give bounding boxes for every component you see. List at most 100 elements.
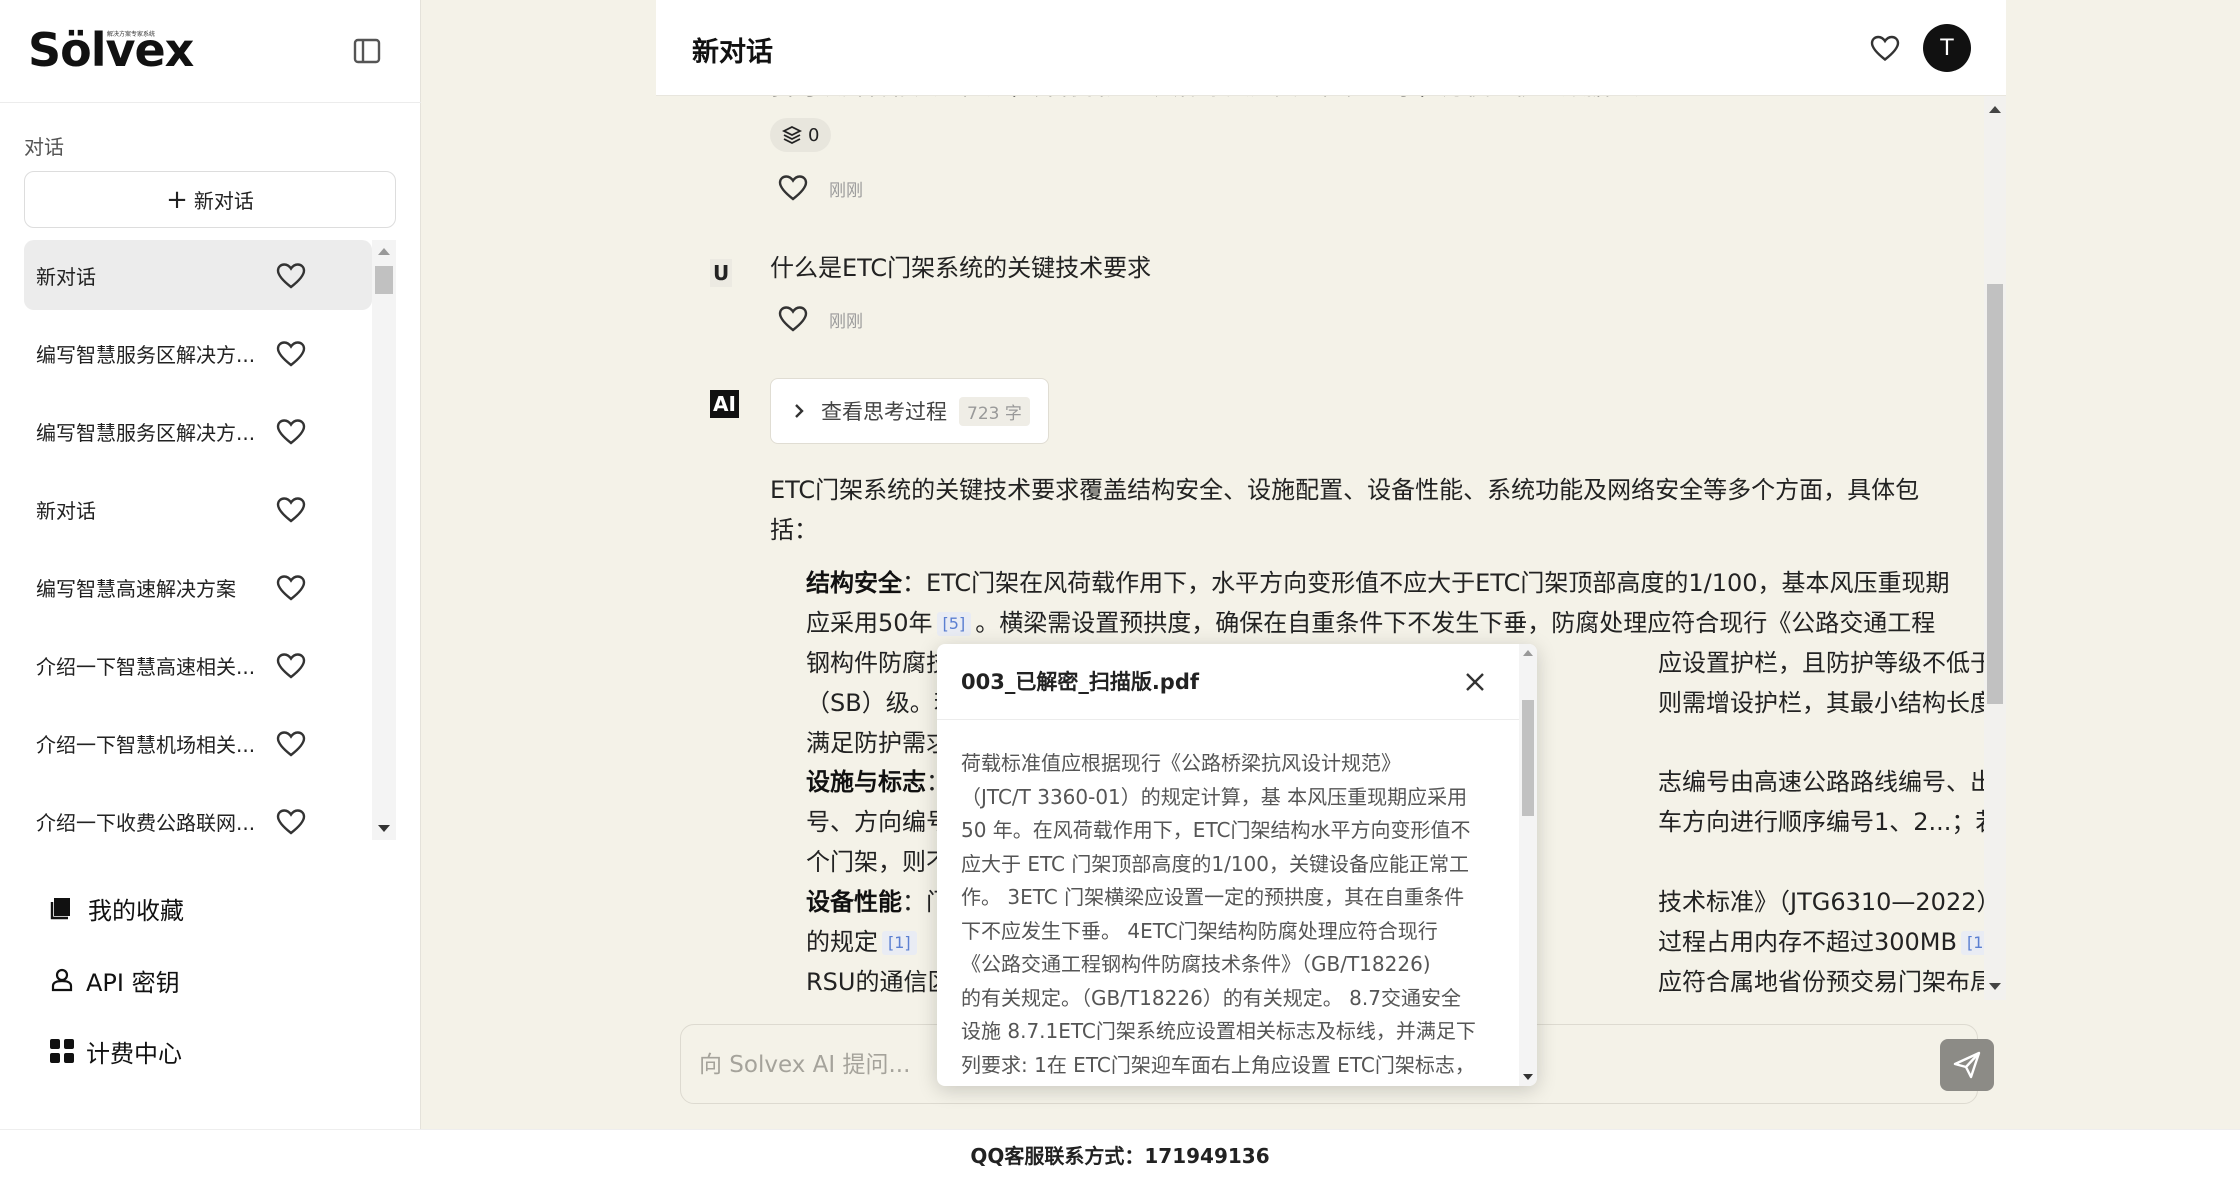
nav-favorites-label: 我的收藏 (88, 896, 184, 925)
favorite-heart-icon[interactable] (276, 496, 306, 523)
scroll-down-arrow-icon[interactable] (378, 825, 390, 832)
excerpt-line: （JTC/T 3360-01）的规定计算，基 本风压重现期应采用 (961, 784, 1468, 809)
favorite-heart-icon[interactable] (276, 340, 306, 367)
sidebar: Sölvex 解决方案专家系统 对话 + 新对话 新对话 编写智慧服务区解决方.… (0, 0, 421, 1129)
layers-icon (782, 125, 802, 145)
bullet-text: 。横梁需设置预拱度，确保在自重条件下不发生下垂，防腐处理应符合现行《公路交通工程 (975, 609, 1936, 637)
source-file-name: 003_已解密_扫描版.pdf (961, 670, 1200, 694)
source-excerpt: 荷载标准值应根据现行《公路桥梁抗风设计规范》 （JTC/T 3360-01）的规… (961, 747, 1511, 1082)
app-root: Sölvex 解决方案专家系统 对话 + 新对话 新对话 编写智慧服务区解决方.… (0, 0, 2240, 1179)
bullet-text: 的规定 (806, 928, 878, 956)
favorite-heart-icon[interactable] (276, 418, 306, 445)
sidebar-toggle-icon[interactable] (352, 37, 382, 65)
user-key-icon (51, 968, 73, 992)
citation-link[interactable]: [1] (882, 931, 917, 955)
user-role-badge: U (710, 259, 733, 287)
answer-bullet-line: 结构安全：ETC门架在风荷载作用下，水平方向变形值不应大于ETC门架顶部高度的1… (806, 563, 1950, 603)
conversation-list-scrollbar[interactable] (372, 240, 396, 840)
nav-api-keys-link[interactable]: API 密钥 (48, 960, 180, 1000)
scroll-down-arrow-icon[interactable] (1523, 1074, 1533, 1080)
message-timestamp: 刚刚 (829, 181, 863, 201)
scroll-up-arrow-icon[interactable] (1523, 650, 1533, 656)
source-preview-popup: 003_已解密_扫描版.pdf 荷载标准值应根据现行《公路桥梁抗风设计规范》 （… (937, 644, 1537, 1086)
new-chat-label: 新对话 (193, 189, 254, 213)
favorite-heart-icon[interactable] (778, 174, 808, 201)
conversation-item[interactable]: 介绍一下收费公路联网... (24, 786, 372, 840)
thinking-char-count: 723 字 (959, 396, 1030, 426)
conversation-item[interactable]: 介绍一下智慧高速相关... (24, 630, 372, 700)
favorite-heart-icon[interactable] (276, 808, 306, 835)
previous-answer-tail: 我可以解答相关的问题，并将引用的具体原文用黄色高亮显示，方便您核查数据源头。 (770, 96, 1682, 106)
nav-billing-link[interactable]: 计费中心 (48, 1031, 182, 1071)
scroll-up-arrow-icon[interactable] (1989, 106, 2001, 113)
bullet-heading: 设备性能 (806, 888, 902, 916)
citation-link[interactable]: [5] (936, 612, 972, 636)
answer-bullet-line: 技术标准》（JTG6310—2022）附录D (1658, 888, 2006, 916)
favorite-heart-icon[interactable] (276, 574, 306, 601)
nav-favorites-link[interactable]: 我的收藏 (48, 888, 184, 928)
sources-count: 0 (808, 124, 820, 146)
conversation-item[interactable]: 新对话 (24, 240, 372, 310)
answer-bullet-line: 满足防护需求 (806, 729, 950, 757)
message-timestamp: 刚刚 (829, 312, 863, 332)
conversation-label: 介绍一下收费公路联网... (36, 810, 256, 835)
answer-bullet-line: 个门架，则不 (806, 848, 950, 876)
scrollbar-thumb[interactable] (375, 266, 393, 294)
conversation-label: 介绍一下智慧机场相关... (36, 732, 256, 757)
conversation-label: 新对话 (36, 498, 96, 523)
answer-bullet-line: RSU的通信区 (806, 968, 952, 996)
conversation-title: 新对话 (692, 37, 773, 68)
favorite-heart-icon[interactable] (276, 262, 306, 289)
conversation-item[interactable]: 编写智慧服务区解决方... (24, 318, 372, 388)
conversation-item[interactable]: 新对话 (24, 474, 372, 544)
favorites-book-icon (50, 898, 70, 920)
answer-bullet-line: 钢构件防腐技 (806, 649, 950, 677)
plus-icon: + (166, 184, 188, 215)
bullet-heading: 设施与标志 (806, 768, 926, 796)
popup-scrollbar[interactable] (1519, 644, 1537, 1086)
new-chat-button[interactable]: + 新对话 (24, 171, 396, 228)
sources-count-badge[interactable]: 0 (770, 118, 832, 152)
favorite-heart-icon[interactable] (276, 652, 306, 679)
answer-bullet-line: 应符合属地省份预交易门架布局规定 (1658, 968, 2006, 996)
grid-apps-icon (50, 1039, 74, 1063)
favorite-heart-icon[interactable] (276, 730, 306, 757)
conversation-label: 编写智慧服务区解决方... (36, 342, 256, 367)
logo-tagline: 解决方案专家系统 (107, 31, 156, 38)
excerpt-line: 应大于 ETC 门架顶部高度的1/100，关键设备应能正常工 (961, 851, 1469, 876)
conversation-item[interactable]: 编写智慧服务区解决方... (24, 396, 372, 466)
scroll-up-arrow-icon[interactable] (378, 248, 390, 255)
answer-intro-line: ETC门架系统的关键技术要求覆盖结构安全、设施配置、设备性能、系统功能及网络安全… (770, 476, 1920, 504)
conversation-label: 新对话 (36, 264, 96, 289)
scroll-down-arrow-icon[interactable] (1989, 983, 2001, 990)
scrollbar-thumb[interactable] (1522, 700, 1534, 816)
brand-logo: Sölvex 解决方案专家系统 (28, 24, 194, 76)
view-thinking-button[interactable]: 查看思考过程 723 字 (770, 378, 1049, 444)
close-icon[interactable] (1459, 666, 1491, 698)
conversation-list: 新对话 编写智慧服务区解决方... 编写智慧服务区解决方... 新对话 编写智慧… (24, 240, 372, 840)
user-avatar[interactable]: T (1923, 24, 1971, 72)
chevron-right-icon (795, 404, 804, 418)
footer-contact-text: QQ客服联系方式：171949136 (970, 1144, 1270, 1168)
footer-contact: QQ客服联系方式：171949136 (0, 1129, 2240, 1179)
chat-scrollbar[interactable] (1984, 96, 2006, 1000)
answer-bullet-line: 的规定 [1] (806, 922, 921, 962)
answer-bullet-line: 志编号由高速公路路线编号、出口编 (1658, 768, 2006, 796)
popup-header: 003_已解密_扫描版.pdf (937, 644, 1519, 720)
answer-bullet-line: 设备性能：门 (806, 882, 950, 922)
excerpt-line: 50 年。在风荷载作用下，ETC门架结构水平方向变形值不 (961, 818, 1471, 842)
nav-api-keys-label: API 密钥 (86, 968, 180, 997)
send-button[interactable] (1940, 1039, 1994, 1091)
conversations-section-label: 对话 (24, 135, 64, 159)
excerpt-line: 设施 8.7.1ETC门架系统应设置相关标志及标线，并满足下 (961, 1019, 1476, 1043)
excerpt-line: 下不应发生下垂。 4ETC门架结构防腐处理应符合现行 (961, 918, 1438, 943)
excerpt-line: 作。 3ETC 门架横梁应设置一定的预拱度，其在自重条件 (961, 885, 1465, 909)
answer-bullet-line: 则需增设护栏，其最小结构长度需同时 (1658, 689, 2006, 717)
favorite-heart-icon[interactable] (778, 305, 808, 332)
chat-header: 新对话 T (656, 0, 2006, 96)
conversation-item[interactable]: 介绍一下智慧机场相关... (24, 708, 372, 778)
conversation-item[interactable]: 编写智慧高速解决方案 (24, 552, 372, 622)
scrollbar-thumb[interactable] (1987, 284, 2003, 704)
favorite-heart-icon[interactable] (1870, 34, 1900, 62)
nav-billing-label: 计费中心 (86, 1039, 182, 1068)
